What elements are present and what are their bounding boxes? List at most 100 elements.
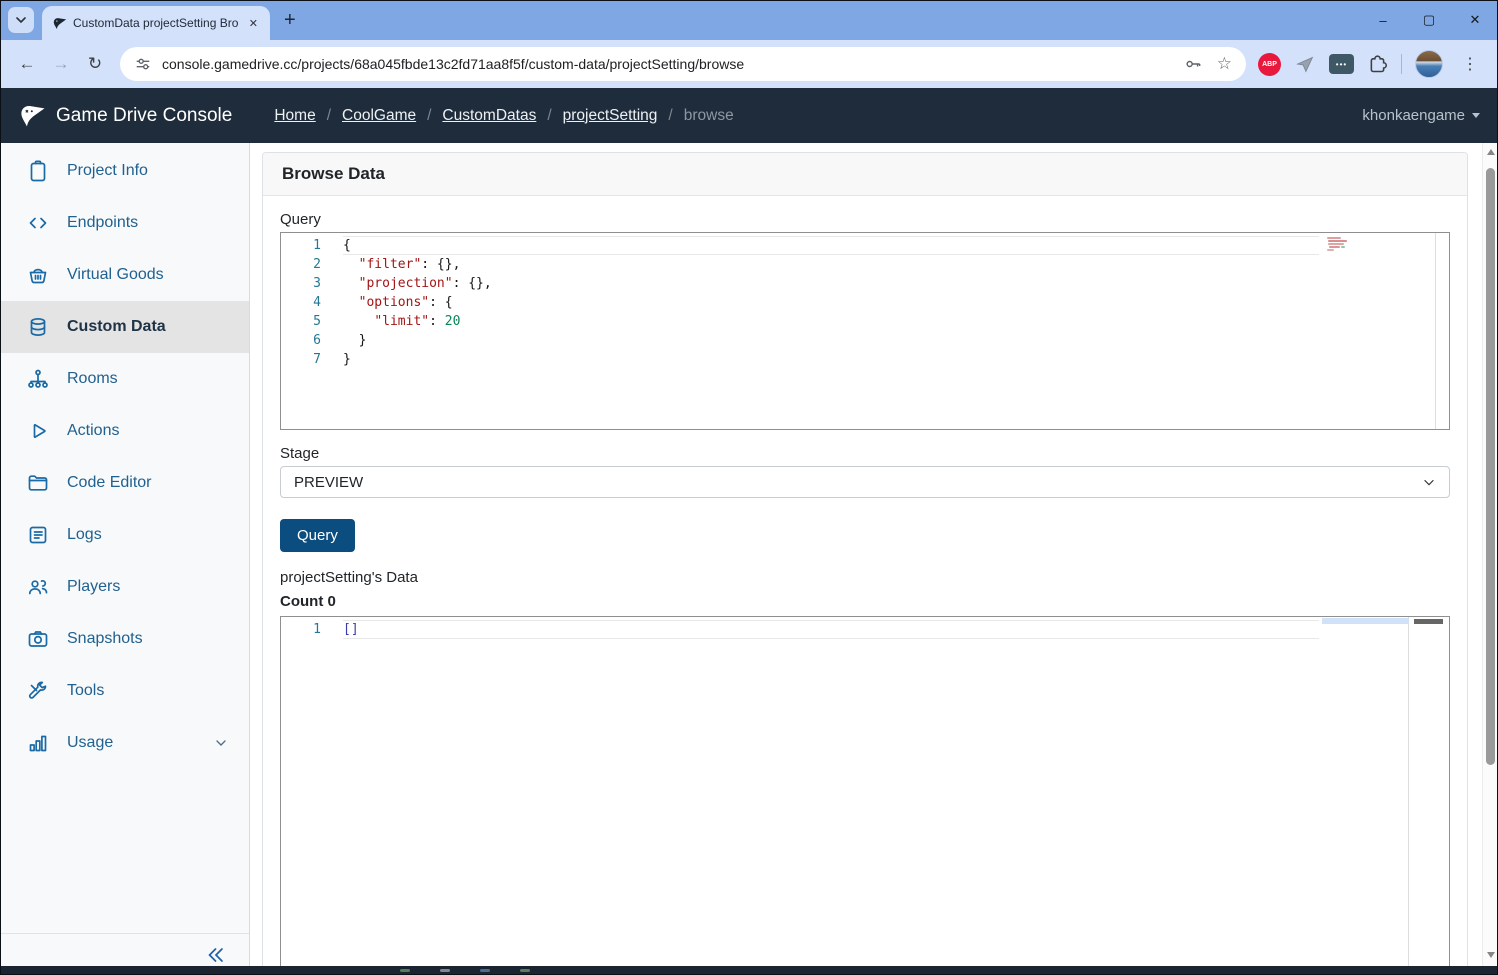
taskbar-sliver — [0, 966, 1498, 975]
sidebar-item-endpoints[interactable]: Endpoints — [0, 197, 249, 249]
code-text: [] — [343, 620, 359, 639]
play-icon — [26, 419, 50, 443]
count-row: Count 0 — [280, 593, 1450, 610]
bookmark-star-icon[interactable]: ☆ — [1217, 54, 1232, 74]
code-line[interactable]: 5 "limit": 20 — [281, 312, 1449, 331]
sidebar-item-virtual-goods[interactable]: Virtual Goods — [0, 249, 249, 301]
card-header: Browse Data — [263, 153, 1467, 196]
toolbar-separator — [1401, 54, 1402, 74]
journal-icon — [26, 523, 50, 547]
window-close-button[interactable]: ✕ — [1452, 0, 1498, 40]
data-title: projectSetting's Data — [280, 569, 1450, 586]
sidebar-item-label: Actions — [67, 422, 119, 440]
browser-tab[interactable]: CustomData projectSetting Bro ✕ — [42, 6, 270, 40]
code-text: "filter": {}, — [343, 255, 460, 274]
dots-extension-icon[interactable]: ••• — [1329, 54, 1354, 74]
sidebar-item-project-info[interactable]: Project Info — [0, 145, 249, 197]
user-menu-label: khonkaengame — [1362, 107, 1465, 124]
profile-avatar[interactable] — [1415, 50, 1443, 78]
brand[interactable]: Game Drive Console — [18, 102, 232, 130]
code-line[interactable]: 2 "filter": {}, — [281, 255, 1449, 274]
line-number: 6 — [281, 331, 321, 350]
result-code-editor[interactable]: 1[] — [280, 616, 1450, 972]
breadcrumb-home[interactable]: Home — [274, 107, 315, 125]
address-bar[interactable]: console.gamedrive.cc/projects/68a045fbde… — [120, 47, 1246, 81]
sidebar-item-custom-data[interactable]: Custom Data — [0, 301, 249, 353]
sidebar-item-tools[interactable]: Tools — [0, 665, 249, 717]
sidebar-item-label: Usage — [67, 734, 113, 752]
stage-selected-value: PREVIEW — [294, 474, 363, 491]
sidebar-item-actions[interactable]: Actions — [0, 405, 249, 457]
people-icon — [26, 575, 50, 599]
browse-data-card: Browse Data Query 1{2 "filter": {},3 "pr… — [262, 152, 1468, 975]
count-label: Count — [280, 593, 323, 610]
main-content: Browse Data Query 1{2 "filter": {},3 "pr… — [250, 143, 1498, 975]
window-maximize-button[interactable]: ▢ — [1406, 0, 1452, 40]
site-settings-icon[interactable] — [134, 55, 152, 73]
minimap[interactable] — [1324, 233, 1436, 429]
breadcrumb-browse: browse — [684, 107, 734, 125]
code-text: } — [343, 331, 366, 350]
browser-menu-icon[interactable]: ⋮ — [1456, 54, 1484, 74]
query-code-editor[interactable]: 1{2 "filter": {},3 "projection": {},4 "o… — [280, 232, 1450, 430]
password-manager-icon[interactable] — [1183, 54, 1203, 74]
gamedrive-logo-icon — [18, 102, 46, 130]
sidebar-item-label: Snapshots — [67, 630, 143, 648]
sidebar-item-logs[interactable]: Logs — [0, 509, 249, 561]
breadcrumb-separator: / — [427, 107, 431, 125]
breadcrumb-separator: / — [327, 107, 331, 125]
breadcrumb-customdatas[interactable]: CustomDatas — [442, 107, 536, 125]
code-line[interactable]: 3 "projection": {}, — [281, 274, 1449, 293]
code-line[interactable]: 7} — [281, 350, 1449, 369]
forward-button[interactable]: → — [44, 54, 78, 74]
url-text[interactable]: console.gamedrive.cc/projects/68a045fbde… — [162, 56, 1169, 72]
sidebar: Project InfoEndpointsVirtual Goods Custom… — [0, 143, 250, 975]
chevron-down-icon — [15, 14, 27, 26]
collapse-sidebar-icon[interactable] — [205, 944, 227, 966]
sidebar-item-code-editor[interactable]: Code Editor — [0, 457, 249, 509]
code-line[interactable]: 1{ — [281, 236, 1449, 255]
minimap-slider[interactable] — [1322, 618, 1409, 624]
sidebar-item-usage[interactable]: Usage — [0, 717, 249, 769]
code-text: "projection": {}, — [343, 274, 492, 293]
page-title: Browse Data — [282, 164, 385, 184]
breadcrumb-separator: / — [547, 107, 551, 125]
code-line[interactable]: 6 } — [281, 331, 1449, 350]
page-scrollbar[interactable] — [1482, 143, 1498, 966]
breadcrumb-coolgame[interactable]: CoolGame — [342, 107, 416, 125]
window-minimize-button[interactable]: – — [1360, 0, 1406, 40]
scroll-up-arrow[interactable] — [1483, 149, 1498, 155]
clipboard-icon — [26, 159, 50, 183]
line-number: 5 — [281, 312, 321, 331]
extensions-puzzle-icon[interactable] — [1367, 54, 1388, 75]
bar-chart-icon — [26, 731, 50, 755]
user-menu[interactable]: khonkaengame — [1362, 107, 1480, 124]
scroll-down-arrow[interactable] — [1483, 952, 1498, 958]
tab-search-button[interactable] — [8, 7, 34, 33]
caret-down-icon — [1472, 113, 1480, 118]
reload-button[interactable]: ↻ — [78, 54, 112, 74]
sidebar-item-label: Custom Data — [67, 318, 166, 336]
back-button[interactable]: ← — [10, 54, 44, 74]
stage-label: Stage — [280, 445, 1450, 462]
sidebar-item-rooms[interactable]: Rooms — [0, 353, 249, 405]
chevron-down-icon — [213, 735, 229, 751]
browser-tabstrip: CustomData projectSetting Bro ✕ + – ▢ ✕ — [0, 0, 1498, 40]
line-number: 7 — [281, 350, 321, 369]
line-number: 4 — [281, 293, 321, 312]
stage-select[interactable]: PREVIEW — [280, 466, 1450, 498]
code-line[interactable]: 4 "options": { — [281, 293, 1449, 312]
sidebar-item-snapshots[interactable]: Snapshots — [0, 613, 249, 665]
paper-plane-extension-icon[interactable] — [1294, 53, 1316, 75]
editor-scrollbar-thumb[interactable] — [1414, 619, 1443, 624]
tab-close-icon[interactable]: ✕ — [245, 15, 262, 32]
query-label: Query — [280, 211, 1450, 228]
adblock-extension-icon[interactable]: ABP — [1258, 53, 1281, 76]
breadcrumb-projectsetting[interactable]: projectSetting — [563, 107, 658, 125]
code-text: "limit": 20 — [343, 312, 460, 331]
code-line[interactable]: 1[] — [281, 620, 1449, 639]
new-tab-button[interactable]: + — [284, 10, 296, 30]
query-button[interactable]: Query — [280, 519, 355, 552]
scrollbar-thumb[interactable] — [1486, 168, 1495, 765]
sidebar-item-players[interactable]: Players — [0, 561, 249, 613]
